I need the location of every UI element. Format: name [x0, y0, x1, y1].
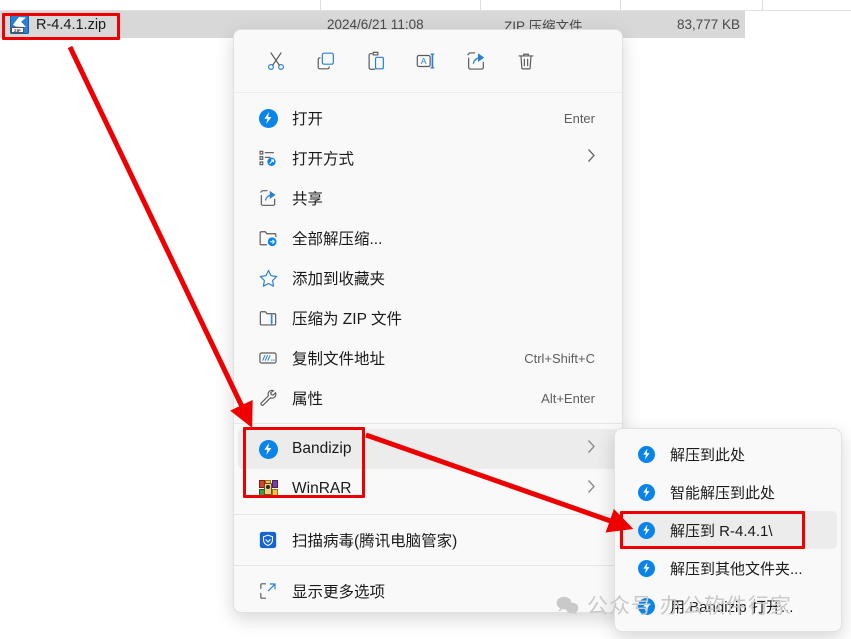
- menu-item-open[interactable]: 打开 Enter: [238, 98, 618, 138]
- chevron-right-icon: [587, 439, 596, 459]
- menu-item-label: 压缩为 ZIP 文件: [292, 311, 402, 328]
- submenu-item-label: 智能解压到此处: [670, 484, 776, 502]
- submenu-item-label: 解压到此处: [670, 446, 746, 464]
- menu-item-label: WinRAR: [292, 480, 352, 497]
- menu-item-properties[interactable]: 属性 Alt+Enter: [238, 378, 618, 418]
- menu-item-label: 共享: [292, 191, 324, 208]
- menu-separator: [234, 514, 622, 515]
- menu-item-open-with[interactable]: 打开方式: [238, 138, 618, 178]
- column-divider[interactable]: [620, 0, 621, 10]
- wrench-icon: [257, 387, 279, 409]
- menu-item-label: 复制文件地址: [292, 351, 386, 368]
- copy-path-icon: [257, 347, 279, 369]
- share-button[interactable]: [451, 41, 500, 81]
- column-divider[interactable]: [480, 0, 481, 10]
- arrow-file-to-bandizip: [67, 45, 253, 428]
- open-with-icon: [257, 147, 279, 169]
- extract-all-icon: [257, 227, 279, 249]
- bandizip-icon: [637, 483, 656, 502]
- menu-item-accelerator: Alt+Enter: [541, 390, 595, 406]
- submenu-item-smart-extract-here[interactable]: 智能解压到此处: [619, 473, 837, 511]
- file-name-label: R-4.4.1.zip: [36, 16, 107, 33]
- menu-item-label: Bandizip: [292, 440, 352, 457]
- submenu-item-extract-to-other-folder[interactable]: 解压到其他文件夹...: [619, 549, 837, 587]
- column-divider[interactable]: [762, 0, 763, 10]
- paste-button[interactable]: [351, 41, 400, 81]
- winrar-icon: [257, 478, 279, 500]
- context-menu: A 打开 Enter 打开方式 共享 全部解压缩... 添加到收藏夹 压缩为 Z…: [233, 29, 623, 613]
- watermark: 公众号 办公软件行家: [556, 590, 792, 620]
- zip-archive-icon: ZIP: [10, 15, 29, 34]
- copy-button[interactable]: [301, 41, 350, 81]
- context-menu-item-list: 打开 Enter 打开方式 共享 全部解压缩... 添加到收藏夹 压缩为 ZIP…: [234, 93, 622, 611]
- share-icon: [257, 187, 279, 209]
- bandizip-icon: [257, 438, 279, 460]
- explorer-column-header: [0, 0, 851, 11]
- more-options-icon: [257, 580, 279, 602]
- menu-item-label: 全部解压缩...: [292, 231, 383, 248]
- menu-item-label: 显示更多选项: [292, 584, 386, 601]
- shield-scan-icon: [257, 529, 279, 551]
- star-icon: [257, 267, 279, 289]
- menu-item-accelerator: Ctrl+Shift+C: [524, 350, 595, 366]
- zip-icon-tag-label: ZIP: [11, 27, 24, 33]
- cut-button[interactable]: [251, 41, 300, 81]
- file-size: 83,777 KB: [676, 17, 740, 32]
- column-divider[interactable]: [320, 0, 321, 10]
- menu-item-label: 扫描病毒(腾讯电脑管家): [292, 533, 458, 550]
- menu-item-accelerator: Enter: [563, 110, 595, 126]
- svg-text:A: A: [420, 56, 426, 66]
- menu-item-label: 添加到收藏夹: [292, 271, 386, 288]
- menu-item-share[interactable]: 共享: [238, 178, 618, 218]
- menu-item-extract-all[interactable]: 全部解压缩...: [238, 218, 618, 258]
- rename-button[interactable]: A: [401, 41, 450, 81]
- chevron-right-icon: [587, 148, 596, 168]
- menu-item-bandizip[interactable]: Bandizip: [238, 429, 618, 469]
- submenu-item-extract-here[interactable]: 解压到此处: [619, 435, 837, 473]
- wechat-icon: [556, 596, 579, 615]
- menu-item-compress-to-zip[interactable]: 压缩为 ZIP 文件: [238, 298, 618, 338]
- bandizip-icon: [637, 445, 656, 464]
- compress-zip-icon: [257, 307, 279, 329]
- screenshot-root: ZIP R-4.4.1.zip 2024/6/21 11:08 ZIP 压缩文件…: [0, 0, 851, 639]
- menu-item-winrar[interactable]: WinRAR: [238, 469, 618, 509]
- chevron-right-icon: [587, 479, 596, 499]
- menu-item-label: 打开: [292, 111, 324, 128]
- context-menu-toolbar: A: [234, 30, 622, 93]
- menu-item-scan-virus[interactable]: 扫描病毒(腾讯电脑管家): [238, 520, 618, 560]
- menu-item-label: 属性: [292, 391, 324, 408]
- menu-item-label: 打开方式: [292, 151, 355, 168]
- menu-separator: [234, 423, 622, 424]
- bandizip-icon: [257, 107, 279, 129]
- submenu-item-label: 解压到其他文件夹...: [670, 560, 803, 578]
- menu-separator: [234, 565, 622, 566]
- submenu-item-extract-to-folder[interactable]: 解压到 R-4.4.1\: [619, 511, 837, 549]
- menu-item-copy-path[interactable]: 复制文件地址 Ctrl+Shift+C: [238, 338, 618, 378]
- file-name-cell[interactable]: ZIP R-4.4.1.zip: [10, 11, 106, 38]
- menu-item-add-to-favorites[interactable]: 添加到收藏夹: [238, 258, 618, 298]
- delete-button[interactable]: [501, 41, 550, 81]
- watermark-text: 公众号 办公软件行家: [587, 595, 792, 618]
- bandizip-icon: [637, 559, 656, 578]
- bandizip-icon: [637, 521, 656, 540]
- submenu-item-label: 解压到 R-4.4.1\: [670, 522, 773, 540]
